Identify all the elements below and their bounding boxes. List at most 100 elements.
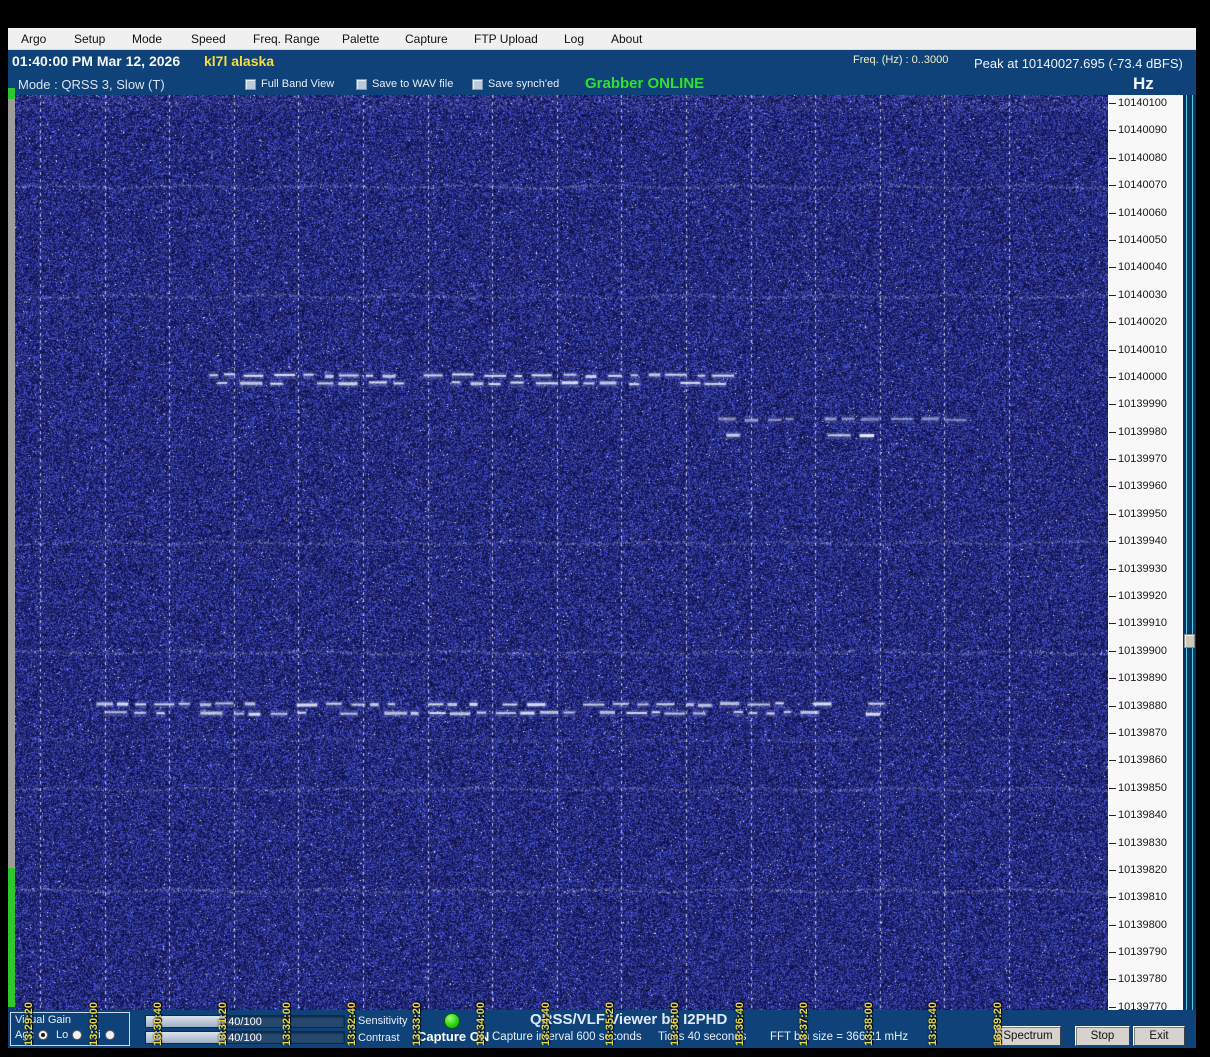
- buffer-indicator-track: [8, 99, 15, 868]
- freq-tick-text: 10139860: [1118, 754, 1167, 767]
- freq-tick-mark: [1109, 705, 1116, 707]
- menu-item-palette[interactable]: Palette: [336, 28, 385, 50]
- freq-tick-mark: [1109, 103, 1116, 104]
- checkbox-box-icon[interactable]: [356, 78, 367, 90]
- stop-button[interactable]: Stop: [1075, 1026, 1130, 1046]
- freq-tick-label: 10139800: [1108, 919, 1183, 933]
- freq-tick-mark: [1109, 596, 1116, 598]
- time-tick-label: 13:35:20: [604, 1002, 617, 1047]
- checkbox-save-to-wav-file[interactable]: Save to WAV file: [356, 77, 453, 91]
- grabber-status: Grabber ONLINE: [585, 75, 705, 92]
- freq-tick-text: 10139890: [1118, 672, 1167, 685]
- mode-bar: Mode : QRSS 3, Slow (T) Grabber ONLINE H…: [8, 73, 1196, 95]
- frequency-scrollbar[interactable]: [1183, 95, 1196, 1010]
- freq-tick-label: 10139870: [1108, 727, 1183, 741]
- freq-tick-mark: [1109, 1006, 1116, 1008]
- freq-tick-text: 10139930: [1118, 562, 1167, 575]
- checkbox-box-icon[interactable]: [472, 78, 483, 90]
- freq-tick-text: 10139960: [1118, 480, 1167, 493]
- menu-item-freq-range[interactable]: Freq. Range: [247, 28, 326, 50]
- app-window: Argo Setup Mode Speed Freq. Range Palette Capt…: [8, 28, 1196, 1048]
- freq-tick-text: 10139870: [1118, 726, 1167, 739]
- freq-tick-label: 10140030: [1108, 289, 1183, 303]
- freq-tick-mark: [1109, 130, 1116, 132]
- buffer-indicator-level: [8, 868, 15, 1007]
- freq-tick-label: 10140040: [1108, 261, 1183, 275]
- menu-item-ftp-upload[interactable]: FTP Upload: [468, 28, 544, 50]
- freq-tick-mark: [1109, 952, 1116, 954]
- freq-tick-label: 10139970: [1108, 453, 1183, 467]
- freq-tick-text: 10140050: [1118, 233, 1167, 246]
- scrollbar-thumb[interactable]: [1184, 634, 1195, 648]
- time-tick-label: 13:37:20: [798, 1002, 811, 1047]
- header-bar: 01:40:00 PM Mar 12, 2026 kl7l alaska Fre…: [8, 50, 1196, 73]
- freq-tick-label: 10139910: [1108, 617, 1183, 631]
- menu-item-argo[interactable]: Argo: [15, 28, 52, 50]
- peak-readout: Peak at 10140027.695 (-73.4 dBFS): [974, 56, 1183, 71]
- time-tick-label: 13:31:20: [216, 1002, 229, 1047]
- freq-tick-mark: [1109, 650, 1116, 652]
- checkbox-label: Full Band View: [261, 78, 335, 90]
- time-tick-label: 13:30:40: [152, 1002, 165, 1047]
- freq-tick-label: 10140000: [1108, 371, 1183, 385]
- time-tick-label: 13:32:00: [281, 1002, 294, 1047]
- freq-tick-mark: [1109, 212, 1116, 214]
- contrast-label: Contrast: [358, 1032, 400, 1044]
- time-tick-label: 13:39:20: [992, 1002, 1004, 1047]
- frequency-axis: 10140100 10140090 10140080 10140070 10140060…: [1108, 95, 1183, 1013]
- freq-tick-mark: [1109, 541, 1116, 543]
- time-tick-label: 13:38:00: [862, 1002, 875, 1047]
- menu-item-capture[interactable]: Capture: [399, 28, 454, 50]
- sensitivity-value: 40/100: [228, 1016, 262, 1028]
- menu-item-mode[interactable]: Mode: [126, 28, 168, 50]
- checkbox-full-band-view[interactable]: Full Band View: [245, 77, 334, 91]
- axis-unit-label: Hz: [1133, 74, 1154, 93]
- sensitivity-slider[interactable]: 40/100: [145, 1015, 345, 1028]
- freq-tick-text: 10139820: [1118, 863, 1167, 876]
- menu-item-log[interactable]: Log: [558, 28, 590, 50]
- freq-tick-mark: [1109, 842, 1116, 844]
- freq-tick-mark: [1109, 459, 1116, 461]
- menu-item-speed[interactable]: Speed: [185, 28, 232, 50]
- freq-tick-label: 10139920: [1108, 590, 1183, 604]
- time-tick-label: 13:32:40: [346, 1002, 358, 1047]
- checkbox-box-icon[interactable]: [245, 78, 256, 90]
- freq-tick-label: 10140050: [1108, 234, 1183, 248]
- contrast-slider[interactable]: 40/100: [145, 1031, 345, 1044]
- menu-item-about[interactable]: About: [605, 28, 648, 50]
- checkbox-save-synch-ed[interactable]: Save synch'ed: [472, 77, 559, 91]
- time-tick-label: 13:36:00: [669, 1002, 681, 1047]
- menu-item-setup[interactable]: Setup: [68, 28, 111, 50]
- freq-tick-mark: [1109, 404, 1116, 406]
- freq-tick-mark: [1109, 897, 1116, 899]
- freq-tick-mark: [1109, 732, 1116, 734]
- freq-tick-label: 10139820: [1108, 864, 1183, 878]
- freq-tick-text: 10139850: [1118, 781, 1167, 794]
- freq-tick-mark: [1109, 267, 1116, 269]
- spectrum-button[interactable]: Spectrum: [995, 1026, 1061, 1046]
- freq-tick-label: 10139940: [1108, 535, 1183, 549]
- time-tick-label: 13:38:40: [927, 1002, 940, 1047]
- time-tick-label: 13:29:20: [23, 1002, 35, 1047]
- freq-tick-mark: [1109, 294, 1116, 296]
- freq-tick-text: 10139800: [1118, 918, 1167, 931]
- radio-agc[interactable]: [37, 1030, 48, 1040]
- freq-tick-label: 10140100: [1108, 97, 1183, 111]
- freq-tick-label: 10139890: [1108, 672, 1183, 686]
- freq-tick-label: 10140060: [1108, 207, 1183, 221]
- freq-tick-text: 10139940: [1118, 535, 1167, 548]
- exit-button[interactable]: Exit: [1133, 1026, 1185, 1046]
- clock-date: 01:40:00 PM Mar 12, 2026: [12, 53, 181, 69]
- freq-tick-text: 10139780: [1118, 973, 1167, 986]
- app-title: QRSS/VLF Viewer by I2PHD: [530, 1011, 728, 1028]
- checkbox-label: Save synch'ed: [488, 78, 560, 90]
- freq-tick-mark: [1109, 815, 1116, 817]
- freq-tick-text: 10139980: [1118, 425, 1167, 438]
- spectrogram-waterfall[interactable]: [15, 95, 1108, 1010]
- freq-tick-label: 10139840: [1108, 809, 1183, 823]
- freq-tick-label: 10139860: [1108, 754, 1183, 768]
- freq-tick-text: 10139950: [1118, 507, 1167, 520]
- radio-hi[interactable]: [104, 1030, 115, 1040]
- radio-lo[interactable]: [72, 1030, 83, 1040]
- freq-tick-label: 10139880: [1108, 700, 1183, 714]
